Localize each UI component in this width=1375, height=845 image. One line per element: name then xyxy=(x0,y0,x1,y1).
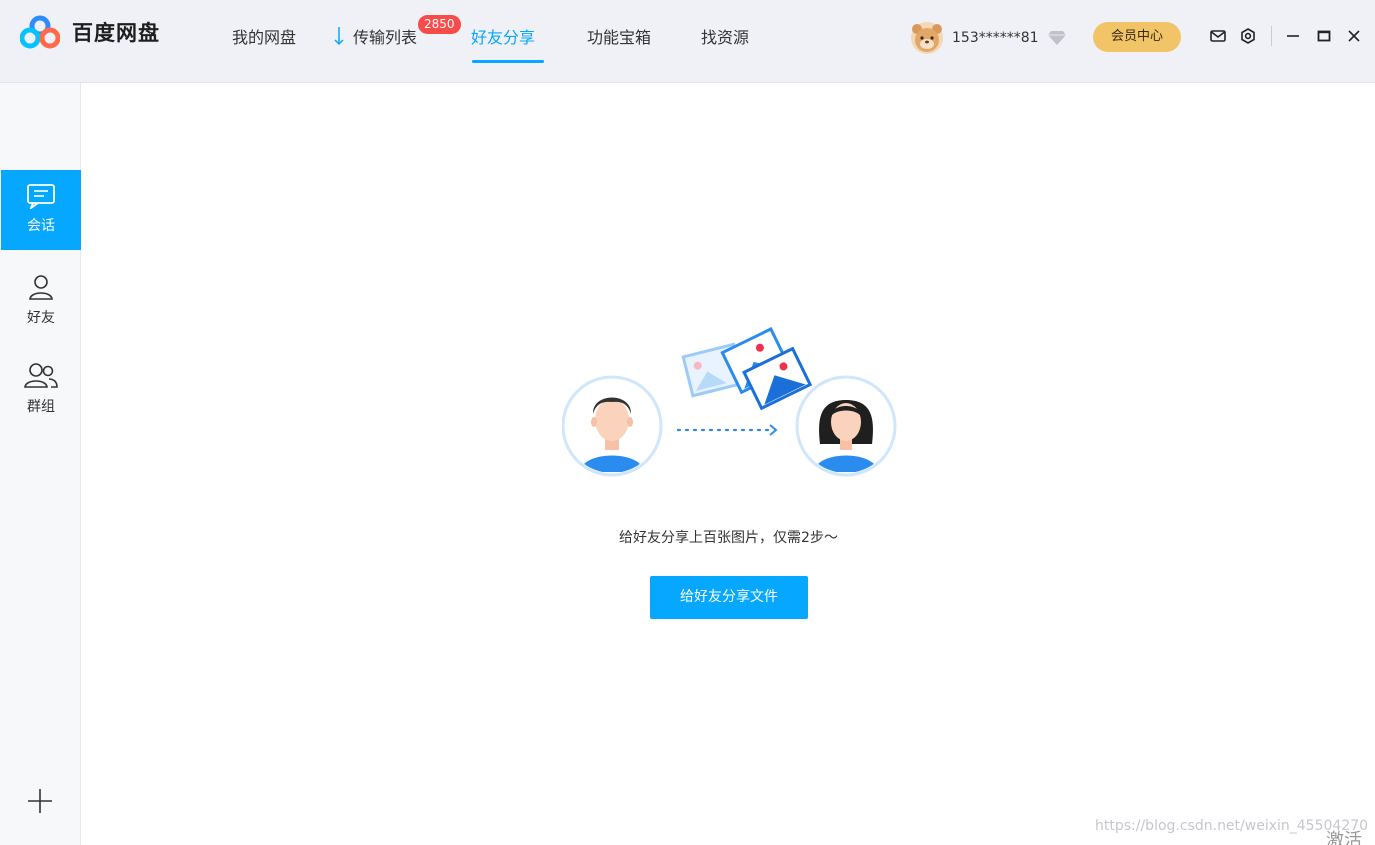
share-illustration xyxy=(562,327,897,477)
share-tip-text: 给好友分享上百张图片，仅需2步～ xyxy=(619,530,838,546)
settings-icon[interactable] xyxy=(1238,26,1258,46)
nav-my-disk[interactable]: 我的网盘 xyxy=(232,24,296,48)
app-logo[interactable]: 百度网盘 xyxy=(20,15,160,49)
photos-icon xyxy=(681,327,813,411)
sidebar-item-groups[interactable]: 群组 xyxy=(1,353,81,433)
user-name: 153******81 xyxy=(952,30,1039,46)
transfer-count-badge: 2850 xyxy=(418,15,461,34)
minimize-icon[interactable] xyxy=(1283,26,1303,46)
sidebar-item-conversations[interactable]: 会话 xyxy=(1,170,81,250)
chat-icon xyxy=(27,184,55,209)
transfer-icon xyxy=(334,27,344,46)
group-icon xyxy=(24,363,58,388)
sidebar-item-label: 好友 xyxy=(27,310,55,326)
main-content: 给好友分享上百张图片，仅需2步～ 给好友分享文件 xyxy=(82,84,1375,845)
baidu-netdisk-logo-icon xyxy=(20,15,60,49)
nav-find-resources[interactable]: 找资源 xyxy=(701,24,749,48)
person-icon xyxy=(29,275,53,300)
share-file-button[interactable]: 给好友分享文件 xyxy=(650,576,808,619)
nav-transfer-list[interactable]: 传输列表 xyxy=(353,24,417,48)
sidebar-item-label: 会话 xyxy=(27,218,55,234)
app-name: 百度网盘 xyxy=(72,21,160,45)
toolbar-divider xyxy=(1271,26,1272,46)
receiver-avatar-icon xyxy=(795,375,897,477)
title-bar: 百度网盘 我的网盘 传输列表 2850 好友分享 功能宝箱 找资源 153***… xyxy=(0,0,1375,83)
avatar xyxy=(911,22,943,54)
diamond-icon xyxy=(1047,31,1066,45)
arrow-icon xyxy=(676,424,778,436)
close-icon[interactable] xyxy=(1344,26,1364,46)
user-info[interactable]: 153******81 xyxy=(910,22,1067,54)
sidebar: 会话 好友 群组 xyxy=(0,83,81,845)
activation-text: 激活 xyxy=(1326,830,1362,845)
nav-toolbox[interactable]: 功能宝箱 xyxy=(587,24,651,48)
nav-friend-share[interactable]: 好友分享 xyxy=(471,24,535,48)
active-tab-indicator xyxy=(472,60,544,63)
sidebar-item-label: 群组 xyxy=(27,399,55,415)
mail-icon[interactable] xyxy=(1208,26,1228,46)
plus-icon[interactable] xyxy=(25,786,55,816)
sender-avatar-icon xyxy=(562,375,663,477)
maximize-icon[interactable] xyxy=(1314,26,1334,46)
vip-center-button[interactable]: 会员中心 xyxy=(1093,22,1181,52)
sidebar-item-friends[interactable]: 好友 xyxy=(1,263,81,343)
